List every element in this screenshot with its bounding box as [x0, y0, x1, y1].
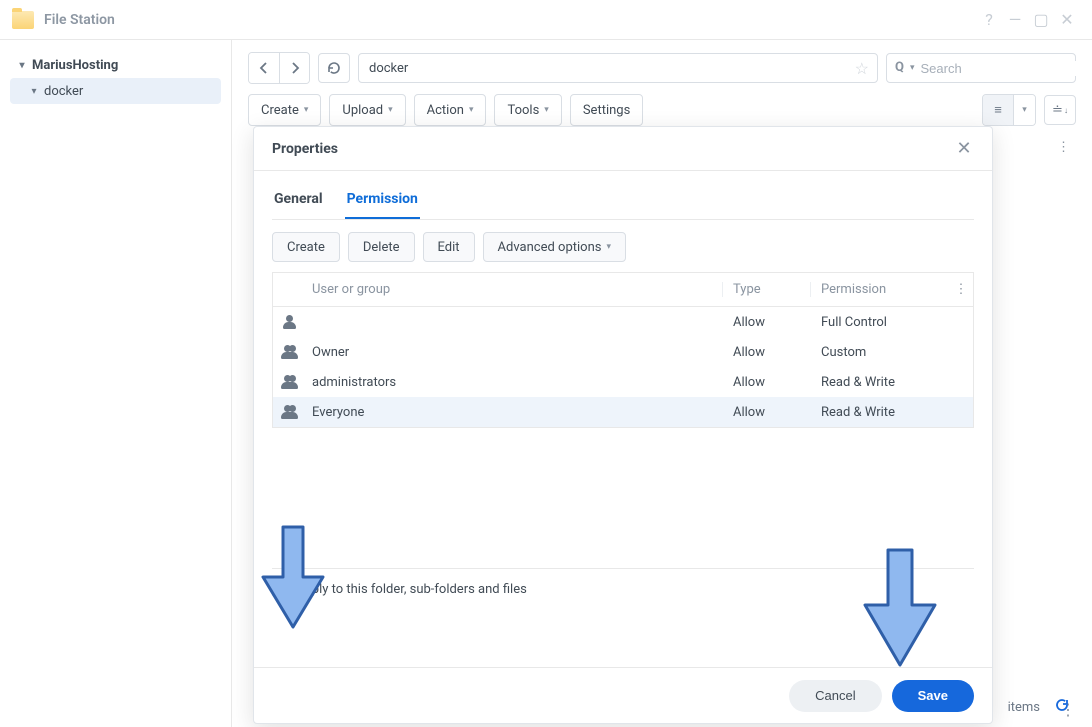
- tab-general[interactable]: General: [272, 185, 325, 219]
- view-dropdown-button[interactable]: ▾: [1013, 95, 1035, 125]
- permission-table: User or group Type Permission ⋮ Allow Fu…: [272, 272, 974, 428]
- col-type[interactable]: Type: [723, 282, 811, 297]
- perm-delete-button[interactable]: Delete: [348, 232, 415, 262]
- nav-back-button[interactable]: [249, 53, 279, 83]
- group-icon: [281, 345, 299, 359]
- chevron-down-icon: ▾: [544, 105, 549, 115]
- nav-forward-button[interactable]: [279, 53, 309, 83]
- user-icon: [283, 315, 297, 329]
- settings-button[interactable]: Settings: [570, 94, 643, 126]
- tree-root-label: MariusHosting: [32, 58, 118, 73]
- tools-button[interactable]: Tools▾: [494, 94, 561, 126]
- upload-button[interactable]: Upload▾: [329, 94, 405, 126]
- refresh-icon[interactable]: [1054, 697, 1070, 717]
- group-icon: [281, 405, 299, 419]
- create-button[interactable]: Create▾: [248, 94, 321, 126]
- properties-dialog: Properties ✕ General Permission Create D…: [253, 126, 993, 724]
- group-icon: [281, 375, 299, 389]
- refresh-button[interactable]: [318, 53, 350, 83]
- chevron-down-icon: ▾: [388, 105, 393, 115]
- tree-item-label: docker: [44, 84, 83, 99]
- app-folder-icon: [12, 11, 34, 29]
- maximize-button[interactable]: ▢: [1028, 7, 1054, 33]
- close-window-button[interactable]: ✕: [1054, 7, 1080, 33]
- action-button[interactable]: Action▾: [414, 94, 487, 126]
- table-more-icon[interactable]: ⋮: [949, 282, 973, 297]
- caret-down-icon: ▾: [28, 86, 40, 97]
- help-icon[interactable]: ?: [976, 7, 1002, 33]
- cancel-button[interactable]: Cancel: [789, 680, 881, 712]
- search-caret-icon: ▾: [910, 63, 915, 73]
- caret-down-icon: ▾: [16, 60, 28, 71]
- save-button[interactable]: Save: [892, 680, 974, 712]
- table-row[interactable]: Allow Full Control: [273, 307, 973, 337]
- search-input[interactable]: [921, 61, 1092, 76]
- search-box[interactable]: Q ▾: [886, 53, 1076, 83]
- table-row[interactable]: Everyone Allow Read & Write: [273, 397, 973, 427]
- apply-recursive-checkbox[interactable]: ✓: [272, 581, 288, 597]
- col-permission[interactable]: Permission: [811, 282, 949, 297]
- path-input[interactable]: docker ☆: [358, 53, 878, 83]
- chevron-down-icon: ▾: [469, 105, 474, 115]
- perm-edit-button[interactable]: Edit: [423, 232, 475, 262]
- window-title: File Station: [44, 12, 115, 28]
- tree-item-docker[interactable]: ▾ docker: [10, 78, 221, 104]
- chevron-down-icon: ▾: [606, 242, 611, 252]
- dialog-title: Properties: [272, 141, 338, 157]
- chevron-down-icon: ▾: [304, 105, 309, 115]
- view-list-button[interactable]: ≡: [983, 95, 1013, 125]
- content-more-icon[interactable]: ⋮: [1057, 140, 1070, 155]
- search-icon: Q: [895, 60, 904, 75]
- items-count-suffix: items: [1008, 700, 1040, 715]
- apply-recursive-label: Apply to this folder, sub-folders and fi…: [296, 582, 527, 597]
- dialog-close-button[interactable]: ✕: [954, 138, 974, 159]
- star-icon[interactable]: ☆: [855, 59, 869, 78]
- perm-create-button[interactable]: Create: [272, 232, 340, 262]
- tab-permission[interactable]: Permission: [345, 185, 420, 219]
- perm-advanced-button[interactable]: Advanced options▾: [483, 232, 626, 262]
- sidebar: ▾ MariusHosting ▾ docker: [0, 40, 232, 727]
- sort-button[interactable]: ≐↓: [1044, 95, 1076, 125]
- minimize-button[interactable]: —: [1002, 7, 1028, 33]
- table-row[interactable]: administrators Allow Read & Write: [273, 367, 973, 397]
- path-text: docker: [369, 61, 408, 76]
- tree-root[interactable]: ▾ MariusHosting: [10, 52, 221, 78]
- titlebar: File Station ? — ▢ ✕: [0, 0, 1092, 40]
- nav-group: [248, 52, 310, 84]
- table-row[interactable]: Owner Allow Custom: [273, 337, 973, 367]
- check-icon: ✓: [275, 583, 285, 595]
- col-user-or-group[interactable]: User or group: [307, 282, 723, 297]
